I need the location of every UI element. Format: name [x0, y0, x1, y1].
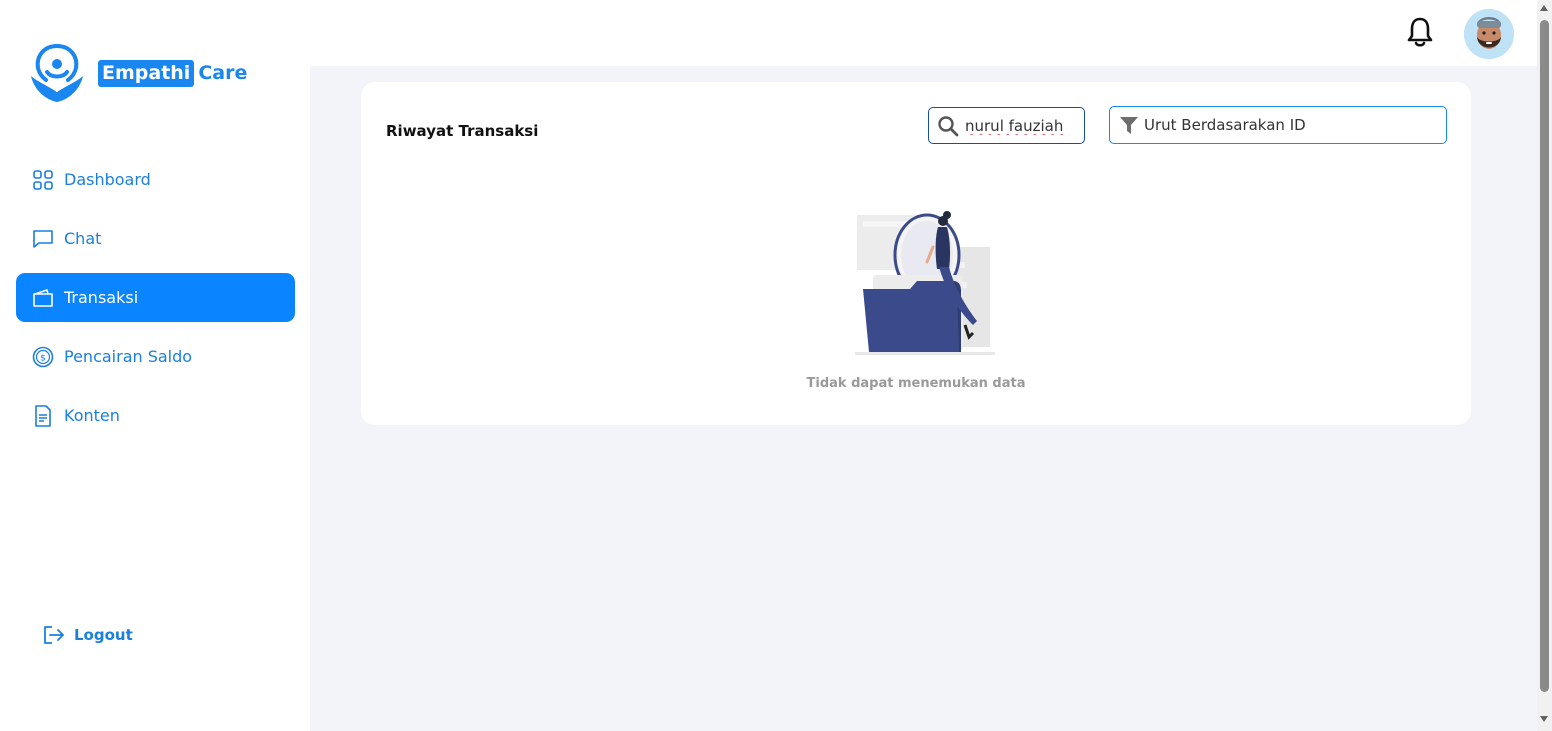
user-avatar[interactable]: [1464, 9, 1514, 59]
topbar: [310, 0, 1537, 66]
svg-text:$: $: [40, 353, 46, 363]
brand-word-2: Care: [198, 62, 248, 84]
sort-dropdown[interactable]: Urut Berdasarakan ID: [1109, 106, 1447, 144]
sidebar-item-konten[interactable]: Konten: [16, 391, 295, 440]
empty-folder-illustration: [855, 211, 995, 355]
page-title: Riwayat Transaksi: [386, 122, 539, 140]
scrollbar-thumb[interactable]: [1540, 20, 1549, 692]
sidebar-item-transaksi[interactable]: Transaksi: [16, 273, 295, 322]
brand-name: Empathi Care: [98, 59, 248, 87]
logout-icon: [44, 626, 64, 644]
filter-icon: [1120, 117, 1138, 134]
sort-label: Urut Berdasarakan ID: [1144, 116, 1306, 134]
sidebar-item-label: Dashboard: [64, 170, 151, 189]
logout-button[interactable]: Logout: [42, 624, 133, 646]
avatar-image: [1464, 9, 1514, 59]
brand-logo[interactable]: Empathi Care: [28, 42, 247, 104]
dollar-coin-icon: $: [32, 346, 54, 368]
scroll-up-arrow-icon[interactable]: [1540, 5, 1548, 11]
empty-state-text: Tidak dapat menemukan data: [806, 376, 1026, 391]
sidebar-item-label: Pencairan Saldo: [64, 347, 193, 366]
sidebar-item-chat[interactable]: Chat: [16, 214, 295, 263]
bell-icon[interactable]: [1406, 16, 1434, 48]
page-scrollbar[interactable]: [1537, 0, 1552, 731]
sidebar-item-label: Transaksi: [64, 288, 139, 307]
chat-bubble-icon: [32, 228, 54, 250]
search-input[interactable]: [965, 116, 1077, 135]
sidebar-item-label: Chat: [64, 229, 102, 248]
wallet-icon: [32, 287, 54, 309]
search-box[interactable]: [928, 107, 1085, 144]
sidebar-nav: Dashboard Chat Transaksi $ Pencairan Sal…: [16, 155, 295, 450]
sidebar-item-label: Konten: [64, 406, 120, 425]
empathicare-logo-icon: [31, 44, 83, 102]
sidebar-item-dashboard[interactable]: Dashboard: [16, 155, 295, 204]
grid-icon: [32, 169, 54, 191]
brand-word-1: Empathi: [98, 59, 195, 87]
logout-label: Logout: [74, 626, 133, 644]
scroll-down-arrow-icon[interactable]: [1540, 716, 1548, 722]
sidebar: Empathi Care Dashboard Chat Transaksi $ …: [0, 0, 310, 731]
search-icon: [938, 115, 959, 136]
sidebar-item-pencairan-saldo[interactable]: $ Pencairan Saldo: [16, 332, 295, 381]
app-root: Empathi Care Dashboard Chat Transaksi $ …: [0, 0, 1552, 731]
transaction-card: Riwayat Transaksi Urut Berdasarakan ID: [361, 82, 1471, 425]
document-icon: [32, 404, 54, 427]
main-content: Riwayat Transaksi Urut Berdasarakan ID: [310, 66, 1537, 731]
